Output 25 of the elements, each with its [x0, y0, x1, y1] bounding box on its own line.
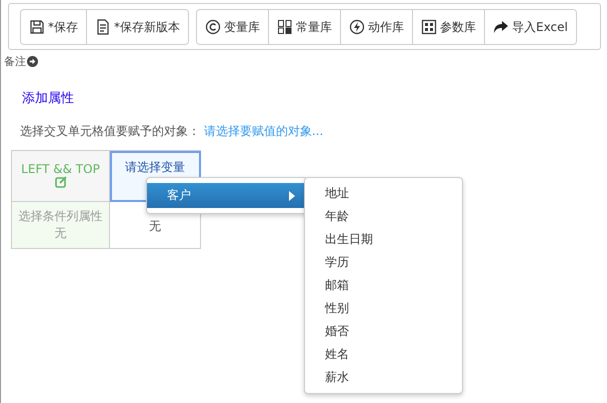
menu-item[interactable]: 客户 [147, 183, 307, 208]
grid-icon [421, 19, 437, 35]
menu-item[interactable]: 薪水 [305, 366, 462, 389]
copyright-icon [205, 19, 221, 35]
menu-item[interactable]: 出生日期 [305, 228, 462, 251]
toolbar-button[interactable]: *保存 [21, 10, 87, 44]
floppy-icon [29, 19, 45, 35]
remark-label: 备注 [4, 54, 26, 69]
row-header-value: 无 [54, 225, 68, 242]
tiles-icon [277, 19, 293, 35]
menu-item[interactable]: 邮箱 [305, 274, 462, 297]
menu-item[interactable]: 婚否 [305, 320, 462, 343]
add-property-link[interactable]: 添加属性 [22, 89, 601, 107]
document-icon [95, 19, 111, 35]
toolbar-button[interactable]: 变量库 [197, 10, 269, 44]
menu-item[interactable]: 年龄 [305, 205, 462, 228]
target-label: 选择交叉单元格值要赋予的对象： [20, 124, 200, 138]
menu-item[interactable]: 姓名 [305, 343, 462, 366]
menu-item[interactable]: 性别 [305, 297, 462, 320]
menu-item[interactable]: 学历 [305, 251, 462, 274]
menu-item[interactable]: 地址 [305, 182, 462, 205]
share-icon [493, 19, 509, 35]
bolt-icon [349, 19, 365, 35]
arrow-circle-icon[interactable] [27, 56, 38, 67]
corner-cell: LEFT && TOP [12, 150, 110, 202]
